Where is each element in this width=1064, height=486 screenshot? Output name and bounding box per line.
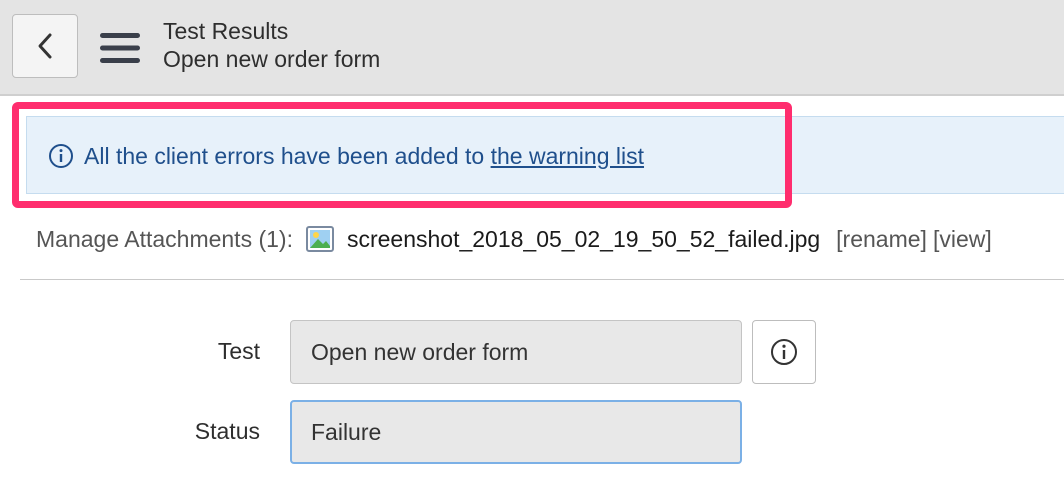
status-field[interactable]: Failure: [290, 400, 742, 464]
info-circle-icon: [771, 339, 797, 365]
attachments-label: Manage Attachments (1):: [36, 225, 293, 252]
page-header: Test Results Open new order form: [0, 0, 1064, 96]
test-info-button[interactable]: [752, 320, 816, 384]
menu-button[interactable]: [96, 26, 144, 70]
warning-list-link[interactable]: the warning list: [491, 143, 644, 169]
test-field-label: Test: [217, 338, 260, 364]
test-field[interactable]: Open new order form: [290, 320, 742, 384]
page-subtitle: Open new order form: [163, 46, 381, 72]
attachments-row: Manage Attachments (1): screenshot_2018_…: [36, 222, 992, 256]
status-field-label: Status: [194, 418, 260, 444]
page-title: Test Results: [163, 18, 289, 44]
attachment-file-link[interactable]: screenshot_2018_05_02_19_50_52_failed.jp…: [347, 226, 820, 253]
view-link[interactable]: [view]: [933, 226, 992, 253]
chevron-left-icon: [38, 33, 52, 59]
image-file-icon: [305, 226, 334, 252]
hamburger-menu-icon: [100, 33, 140, 63]
rename-link[interactable]: [rename]: [836, 226, 927, 253]
info-message: All the client errors have been added to…: [48, 140, 644, 172]
info-message-text: All the client errors have been added to: [84, 142, 491, 169]
info-circle-icon: [49, 144, 73, 168]
divider: [20, 279, 1064, 280]
back-button[interactable]: [12, 14, 78, 78]
